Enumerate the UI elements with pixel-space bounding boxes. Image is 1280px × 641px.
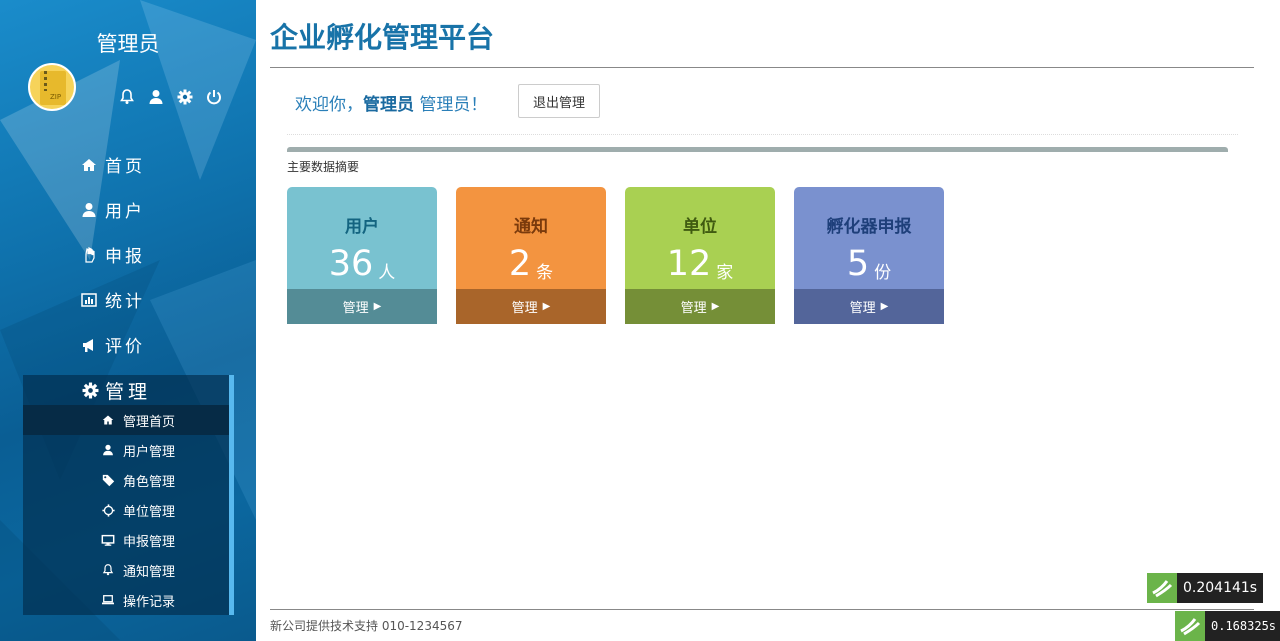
stat-card-title: 孵化器申报: [826, 217, 912, 237]
stat-card-manage-link[interactable]: 管理 ▶: [625, 289, 775, 324]
stat-card-manage-link[interactable]: 管理 ▶: [456, 289, 606, 324]
framework-logo-icon: [1147, 573, 1177, 603]
submenu-item-unit-manage[interactable]: 单位管理: [23, 495, 229, 525]
stat-card-manage-label: 管理: [342, 301, 369, 316]
sidebar-nav: 首页 用户 申报 统计 评价: [0, 142, 256, 367]
stat-card-unit: 人: [378, 262, 396, 283]
stat-card-units: 单位 12 家 管理 ▶: [625, 187, 775, 324]
panel-header-bar: [287, 147, 1228, 152]
debug-timer-value: 0.168325s: [1205, 611, 1280, 641]
stat-card-title: 单位: [683, 217, 717, 237]
home-icon: [101, 413, 115, 427]
sidebar-item-label: 评价: [105, 337, 145, 357]
bell-icon[interactable]: [118, 88, 135, 105]
user-icon[interactable]: [147, 88, 164, 105]
stat-card-notices: 通知 2条 管理 ▶: [456, 187, 606, 324]
stat-card-count: 5: [846, 244, 870, 284]
play-arrow-icon: ▶: [373, 301, 382, 312]
stat-card-count: 2: [508, 244, 532, 284]
admin-name: 管理员: [96, 32, 160, 56]
hand-icon: [80, 246, 98, 264]
tags-icon: [101, 473, 115, 487]
submenu-item-label: 用户管理: [123, 444, 176, 460]
stat-card-manage-label: 管理: [849, 301, 876, 316]
stat-card-users: 用户 36 人 管理 ▶: [287, 187, 437, 324]
submenu-item-label: 通知管理: [123, 564, 176, 580]
framework-logo-icon: [1175, 611, 1205, 641]
stat-card-manage-label: 管理: [511, 301, 538, 316]
sidebar-item-stats[interactable]: 统计: [0, 277, 256, 322]
welcome-message: 欢迎你，管理员 管理员！: [295, 90, 487, 115]
avatar[interactable]: [28, 63, 76, 111]
user-icon: [80, 201, 98, 219]
submenu-item-manage-home[interactable]: 管理首页: [23, 405, 229, 435]
stat-card-count: 12: [666, 244, 712, 284]
welcome-username: 管理员: [363, 95, 414, 115]
title-divider: [270, 67, 1254, 68]
play-arrow-icon: ▶: [880, 301, 889, 312]
welcome-role: 管理员: [419, 95, 471, 115]
sidebar-item-label: 首页: [105, 157, 145, 177]
gear-icon[interactable]: [176, 88, 193, 105]
submenu-item-label: 管理首页: [123, 414, 176, 430]
sidebar-item-evaluation[interactable]: 评价: [0, 322, 256, 367]
power-icon[interactable]: [205, 88, 222, 105]
welcome-suffix: ！: [470, 95, 488, 115]
stat-card-incubator-declarations: 孵化器申报 5份 管理 ▶: [794, 187, 944, 324]
bullhorn-icon: [80, 336, 98, 354]
submenu-item-declare-manage[interactable]: 申报管理: [23, 525, 229, 555]
submenu-item-label: 角色管理: [123, 474, 176, 490]
page-title: 企业孵化管理平台: [270, 21, 495, 54]
sidebar: 管理员 首页 用户 申报 统计: [0, 0, 256, 641]
summary-label: 主要数据摘要: [287, 160, 360, 174]
stat-card-count: 36: [328, 244, 374, 284]
play-arrow-icon: ▶: [542, 301, 551, 312]
sidebar-item-manage[interactable]: 管理: [23, 375, 229, 405]
footer-divider: [270, 609, 1254, 610]
play-arrow-icon: ▶: [711, 301, 720, 312]
debug-timer-value: 0.204141s: [1177, 573, 1264, 603]
stat-card-unit: 家: [716, 262, 734, 283]
footer-text: 新公司提供技术支持 010-1234567: [270, 619, 463, 633]
debug-timer[interactable]: 0.168325s: [1175, 611, 1280, 641]
sidebar-item-label: 用户: [105, 202, 145, 222]
user-icon: [101, 443, 115, 457]
submenu-item-notice-manage[interactable]: 通知管理: [23, 555, 229, 585]
bar-chart-icon: [80, 291, 98, 309]
stat-card-unit: 条: [536, 262, 554, 283]
submenu-item-role-manage[interactable]: 角色管理: [23, 465, 229, 495]
stat-card-manage-link[interactable]: 管理 ▶: [794, 289, 944, 324]
gear-icon: [81, 381, 99, 399]
debug-timer[interactable]: 0.204141s: [1147, 573, 1264, 603]
logout-button[interactable]: 退出管理: [518, 84, 600, 118]
sidebar-item-declare[interactable]: 申报: [0, 232, 256, 277]
sidebar-item-label: 管理: [105, 380, 152, 403]
stat-card-manage-link[interactable]: 管理 ▶: [287, 289, 437, 324]
stat-card-title: 通知: [514, 217, 548, 237]
dotted-divider: [287, 134, 1238, 135]
cog-outline-icon: [101, 503, 115, 517]
stat-card-manage-label: 管理: [680, 301, 707, 316]
welcome-prefix: 欢迎你，: [295, 95, 363, 115]
sidebar-item-users[interactable]: 用户: [0, 187, 256, 232]
sidebar-item-home[interactable]: 首页: [0, 142, 256, 187]
user-toolbar: [118, 88, 222, 105]
stat-card-title: 用户: [345, 217, 379, 237]
submenu-item-user-manage[interactable]: 用户管理: [23, 435, 229, 465]
sidebar-item-label: 申报: [105, 247, 145, 267]
home-icon: [80, 156, 98, 174]
desktop-icon: [101, 533, 115, 547]
stat-card-unit: 份: [874, 262, 892, 283]
bell-icon: [101, 563, 115, 577]
laptop-icon: [101, 593, 115, 607]
submenu-item-operation-log[interactable]: 操作记录: [23, 585, 229, 615]
sidebar-item-label: 统计: [105, 292, 145, 312]
manage-menu: 管理 管理首页 用户管理 角色管理 单位管理 申报管理 通知管理 操作记录: [23, 375, 234, 615]
submenu-item-label: 申报管理: [123, 534, 176, 550]
submenu-item-label: 操作记录: [123, 594, 176, 610]
submenu-item-label: 单位管理: [123, 504, 176, 520]
